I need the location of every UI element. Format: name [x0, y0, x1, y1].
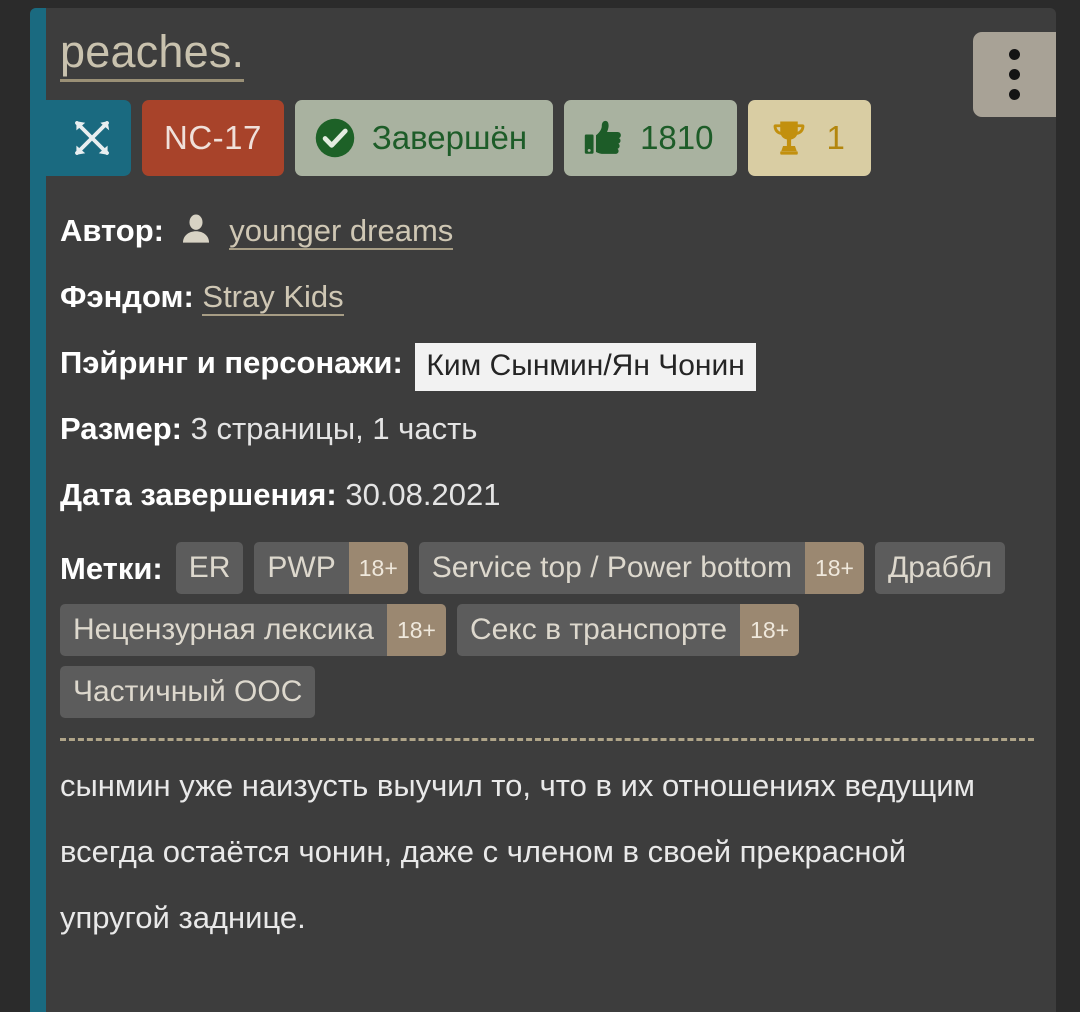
tag-chip[interactable]: Частичный ООС [60, 666, 316, 718]
card-body: peaches. NC-17 Завершён 1810 1 Автор: yo… [46, 8, 1056, 1012]
date-value: 30.08.2021 [345, 477, 501, 512]
meta-date: Дата завершения: 30.08.2021 [60, 462, 1034, 528]
person-icon [179, 212, 213, 246]
title-row: peaches. [60, 26, 1034, 82]
work-description: сынмин уже наизусть выучил то, что в их … [60, 768, 975, 935]
tag-chip[interactable]: ER [175, 542, 244, 594]
thumbs-up-icon [582, 117, 624, 159]
meta-size: Размер: 3 страницы, 1 часть [60, 396, 1034, 462]
work-title-link[interactable]: peaches. [60, 26, 245, 82]
card-accent-bar [30, 8, 46, 1012]
pairing-value[interactable]: Ким Сынмин/Ян Чонин [415, 343, 756, 391]
author-link[interactable]: younger dreams [229, 213, 454, 250]
tag-chip[interactable]: Секс в транспорте 18+ [456, 604, 800, 656]
likes-count: 1810 [640, 119, 714, 156]
tags-block: Метки: ER PWP 18+ Service top / Power botto… [60, 542, 1034, 718]
crossed-arrows-icon [68, 114, 116, 162]
kebab-dot-2 [1009, 69, 1020, 80]
tags-list: Метки: ER PWP 18+ Service top / Power botto… [60, 542, 1034, 718]
tag-adult-marker: 18+ [804, 542, 864, 594]
awards-count: 1 [826, 119, 845, 156]
likes-badge[interactable]: 1810 [564, 100, 738, 176]
tag-chip[interactable]: Драббл [874, 542, 1006, 594]
meta-pairing: Пэйринг и персонажи: Ким Сынмин/Ян Чонин [60, 330, 1034, 396]
size-value: 3 страницы, 1 часть [190, 411, 478, 446]
badges-row: NC-17 Завершён 1810 1 [46, 100, 1034, 176]
rating-badge[interactable]: NC-17 [142, 100, 284, 176]
screen: peaches. NC-17 Завершён 1810 1 Автор: yo… [0, 0, 1080, 1012]
awards-badge[interactable]: 1 [748, 100, 871, 176]
more-options-button[interactable] [973, 32, 1056, 117]
tag-adult-marker: 18+ [386, 604, 446, 656]
content-divider [60, 738, 1034, 741]
status-label: Завершён [371, 119, 528, 156]
direction-badge[interactable] [46, 100, 131, 176]
tag-label: Нецензурная лексика [73, 613, 374, 646]
meta-block: Автор: younger dreams Фэндом: Stray Kids… [60, 198, 1034, 528]
tags-label: Метки: [60, 550, 163, 586]
work-card: peaches. NC-17 Завершён 1810 1 Автор: yo… [30, 8, 1056, 1012]
tag-label: Драббл [887, 551, 993, 584]
date-label: Дата завершения: [60, 477, 337, 512]
tag-adult-marker: 18+ [740, 604, 800, 656]
author-label: Автор: [60, 213, 165, 248]
tag-label: Секс в транспорте [469, 613, 728, 646]
size-label: Размер: [60, 411, 182, 446]
tag-adult-marker: 18+ [348, 542, 408, 594]
kebab-dot-1 [1009, 49, 1020, 60]
meta-author: Автор: younger dreams [60, 198, 1034, 264]
tag-chip[interactable]: Нецензурная лексика 18+ [60, 604, 446, 656]
status-badge[interactable]: Завершён [294, 100, 554, 176]
tag-label: Частичный ООС [73, 675, 303, 708]
fandom-link[interactable]: Stray Kids [202, 279, 344, 316]
tag-label: ER [188, 551, 231, 584]
trophy-icon [768, 117, 810, 159]
fandom-label: Фэндом: [60, 279, 194, 314]
tag-chip[interactable]: Service top / Power bottom 18+ [418, 542, 864, 594]
pairing-label: Пэйринг и персонажи: [60, 345, 403, 380]
meta-fandom: Фэндом: Stray Kids [60, 264, 1034, 330]
kebab-dot-3 [1009, 89, 1020, 100]
tag-chip[interactable]: PWP 18+ [254, 542, 408, 594]
check-circle-icon [313, 116, 357, 160]
tag-label: PWP [267, 551, 336, 584]
tag-label: Service top / Power bottom [431, 551, 792, 584]
